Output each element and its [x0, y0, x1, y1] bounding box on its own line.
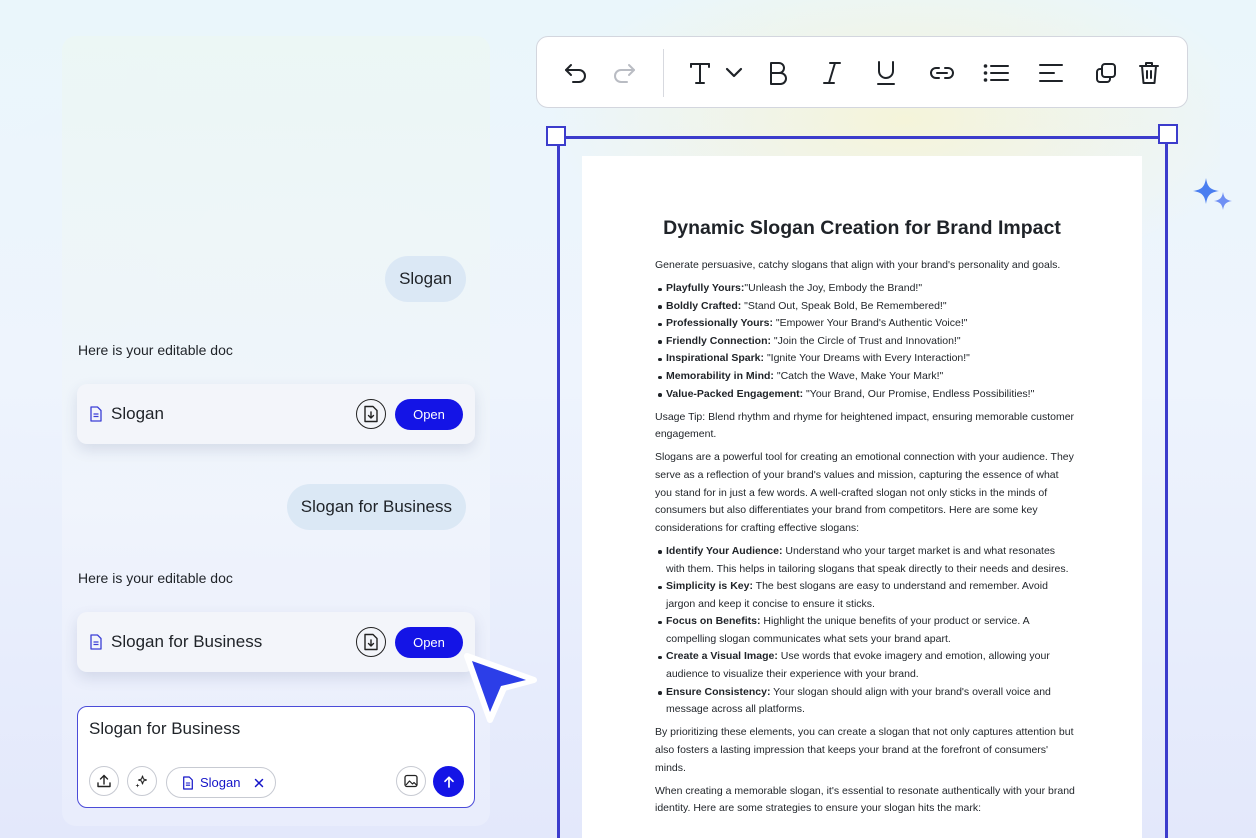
document-paragraph: Slogans are a powerful tool for creating…	[655, 451, 1074, 534]
message-composer[interactable]: Slogan for Business Slogan	[77, 706, 475, 808]
slogan-item: Friendly Connection: "Join the Circle of…	[655, 333, 1075, 351]
consideration-item: Create a Visual Image: Use words that ev…	[655, 648, 1075, 683]
consideration-item: Identify Your Audience: Understand who y…	[655, 543, 1075, 578]
doc-card[interactable]: Slogan for Business Open	[77, 612, 475, 672]
undo-button[interactable]	[561, 58, 591, 88]
align-icon	[1039, 64, 1063, 82]
document-title: Dynamic Slogan Creation for Brand Impact	[663, 217, 1061, 239]
document-paragraph: When creating a memorable slogan, it's e…	[655, 784, 1075, 815]
redo-button[interactable]	[609, 58, 639, 88]
bold-button[interactable]	[763, 58, 793, 88]
document-paragraph: By prioritizing these elements, you can …	[655, 726, 1074, 774]
close-icon[interactable]	[254, 778, 264, 788]
send-button[interactable]	[433, 766, 464, 797]
attachment-chip[interactable]: Slogan	[166, 767, 276, 798]
italic-icon	[823, 62, 841, 84]
considerations-list: Identify Your Audience: Understand who y…	[655, 543, 1075, 719]
text-style-dropdown[interactable]	[719, 58, 749, 88]
chat-panel: Slogan Here is your editable doc Slogan …	[62, 36, 490, 826]
formatting-toolbar	[536, 36, 1188, 108]
text-style-button[interactable]	[685, 58, 715, 88]
consideration-item: Ensure Consistency: Your slogan should a…	[655, 684, 1075, 719]
slogan-item: Inspirational Spark: "Ignite Your Dreams…	[655, 350, 1075, 368]
align-button[interactable]	[1036, 58, 1066, 88]
link-button[interactable]	[927, 58, 957, 88]
delete-icon	[1139, 62, 1159, 84]
open-button[interactable]: Open	[395, 398, 463, 430]
user-message-text: Slogan for Business	[300, 497, 452, 516]
document-intro: Generate persuasive, catchy slogans that…	[655, 259, 1061, 271]
chevron-down-icon	[725, 67, 743, 78]
italic-button[interactable]	[817, 58, 847, 88]
attachment-chip-label: Slogan	[200, 775, 241, 790]
image-edit-icon	[404, 774, 418, 788]
download-icon	[364, 633, 378, 651]
slogan-item: Value-Packed Engagement: "Your Brand, Ou…	[655, 386, 1075, 404]
bold-icon	[770, 62, 787, 85]
document-icon	[90, 406, 102, 422]
upload-button[interactable]	[89, 766, 119, 796]
doc-card-title: Slogan for Business	[111, 632, 263, 651]
delete-button[interactable]	[1134, 58, 1164, 88]
slogan-item: Professionally Yours: "Empower Your Bran…	[655, 315, 1075, 333]
slogan-item: Memorability in Mind: "Catch the Wave, M…	[655, 368, 1075, 386]
open-button[interactable]: Open	[395, 626, 463, 658]
undo-icon	[565, 64, 586, 83]
redo-icon	[614, 64, 635, 83]
user-message-bubble: Slogan	[385, 256, 466, 302]
image-button[interactable]	[396, 766, 426, 796]
bullet-list-icon	[983, 64, 1009, 82]
sparkle-icon	[135, 775, 148, 788]
download-icon	[364, 405, 378, 423]
link-icon	[930, 67, 954, 79]
document-body: Generate persuasive, catchy slogans that…	[655, 257, 1075, 823]
message-input[interactable]: Slogan for Business	[89, 719, 240, 739]
document-icon	[183, 775, 193, 790]
doc-card-title: Slogan	[111, 404, 164, 423]
upload-icon	[97, 774, 111, 788]
doc-card[interactable]: Slogan Open	[77, 384, 475, 444]
assistant-message-text: Here is your editable doc	[78, 570, 233, 586]
user-message-text: Slogan	[399, 269, 452, 288]
document-page[interactable]: Dynamic Slogan Creation for Brand Impact…	[582, 156, 1142, 838]
slogan-list: Playfully Yours:"Unleash the Joy, Embody…	[655, 280, 1075, 403]
sparkle-icon	[1193, 178, 1232, 210]
text-style-icon	[690, 63, 710, 84]
toolbar-divider	[663, 49, 664, 97]
slogan-item: Playfully Yours:"Unleash the Joy, Embody…	[655, 280, 1075, 298]
document-icon	[90, 634, 102, 650]
assistant-message-text: Here is your editable doc	[78, 342, 233, 358]
underline-icon	[877, 61, 895, 85]
consideration-item: Focus on Benefits: Highlight the unique …	[655, 613, 1075, 648]
underline-button[interactable]	[871, 58, 901, 88]
slogan-item: Boldly Crafted: "Stand Out, Speak Bold, …	[655, 298, 1075, 316]
usage-tip: Usage Tip: Blend rhythm and rhyme for he…	[655, 410, 1075, 441]
resize-handle[interactable]	[546, 126, 566, 146]
user-message-bubble: Slogan for Business	[286, 484, 466, 530]
bullet-list-button[interactable]	[981, 58, 1011, 88]
cursor-pointer-icon	[464, 653, 537, 723]
download-button[interactable]	[356, 399, 386, 429]
resize-handle[interactable]	[1158, 124, 1178, 144]
copy-icon	[1096, 63, 1116, 83]
download-button[interactable]	[356, 627, 386, 657]
arrow-up-icon	[443, 775, 454, 788]
ai-assist-button[interactable]	[127, 766, 157, 796]
consideration-item: Simplicity is Key: The best slogans are …	[655, 578, 1075, 613]
copy-button[interactable]	[1091, 58, 1121, 88]
